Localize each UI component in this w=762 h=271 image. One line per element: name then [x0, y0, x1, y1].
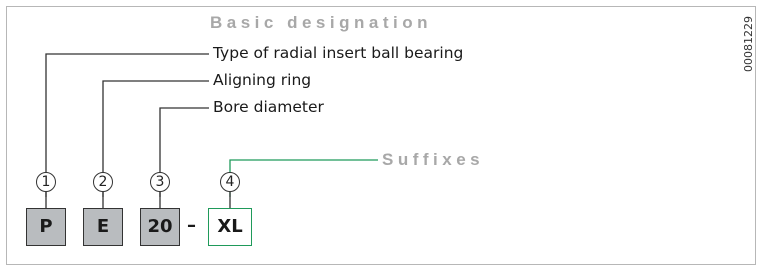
leader-line-suffixes [229, 159, 378, 197]
marker-1: 1 [36, 172, 56, 192]
basic-designation-heading: Basic designation [210, 13, 432, 32]
box-e: E [83, 208, 123, 246]
marker-4: 4 [220, 172, 240, 192]
label-type: Type of radial insert ball bearing [213, 44, 464, 62]
marker-3: 3 [150, 172, 170, 192]
figure-code: 00081229 [742, 16, 755, 72]
label-bore: Bore diameter [213, 98, 324, 116]
box-p: P [26, 208, 66, 246]
suffixes-heading: Suffixes [382, 150, 485, 169]
separator-dash: – [187, 215, 196, 236]
box-20: 20 [140, 208, 180, 246]
label-aligning: Aligning ring [213, 71, 312, 89]
leader-line-type [45, 53, 209, 197]
box-xl: XL [208, 208, 252, 246]
marker-2: 2 [93, 172, 113, 192]
designation-diagram: Basic designation Type of radial insert … [0, 0, 762, 271]
